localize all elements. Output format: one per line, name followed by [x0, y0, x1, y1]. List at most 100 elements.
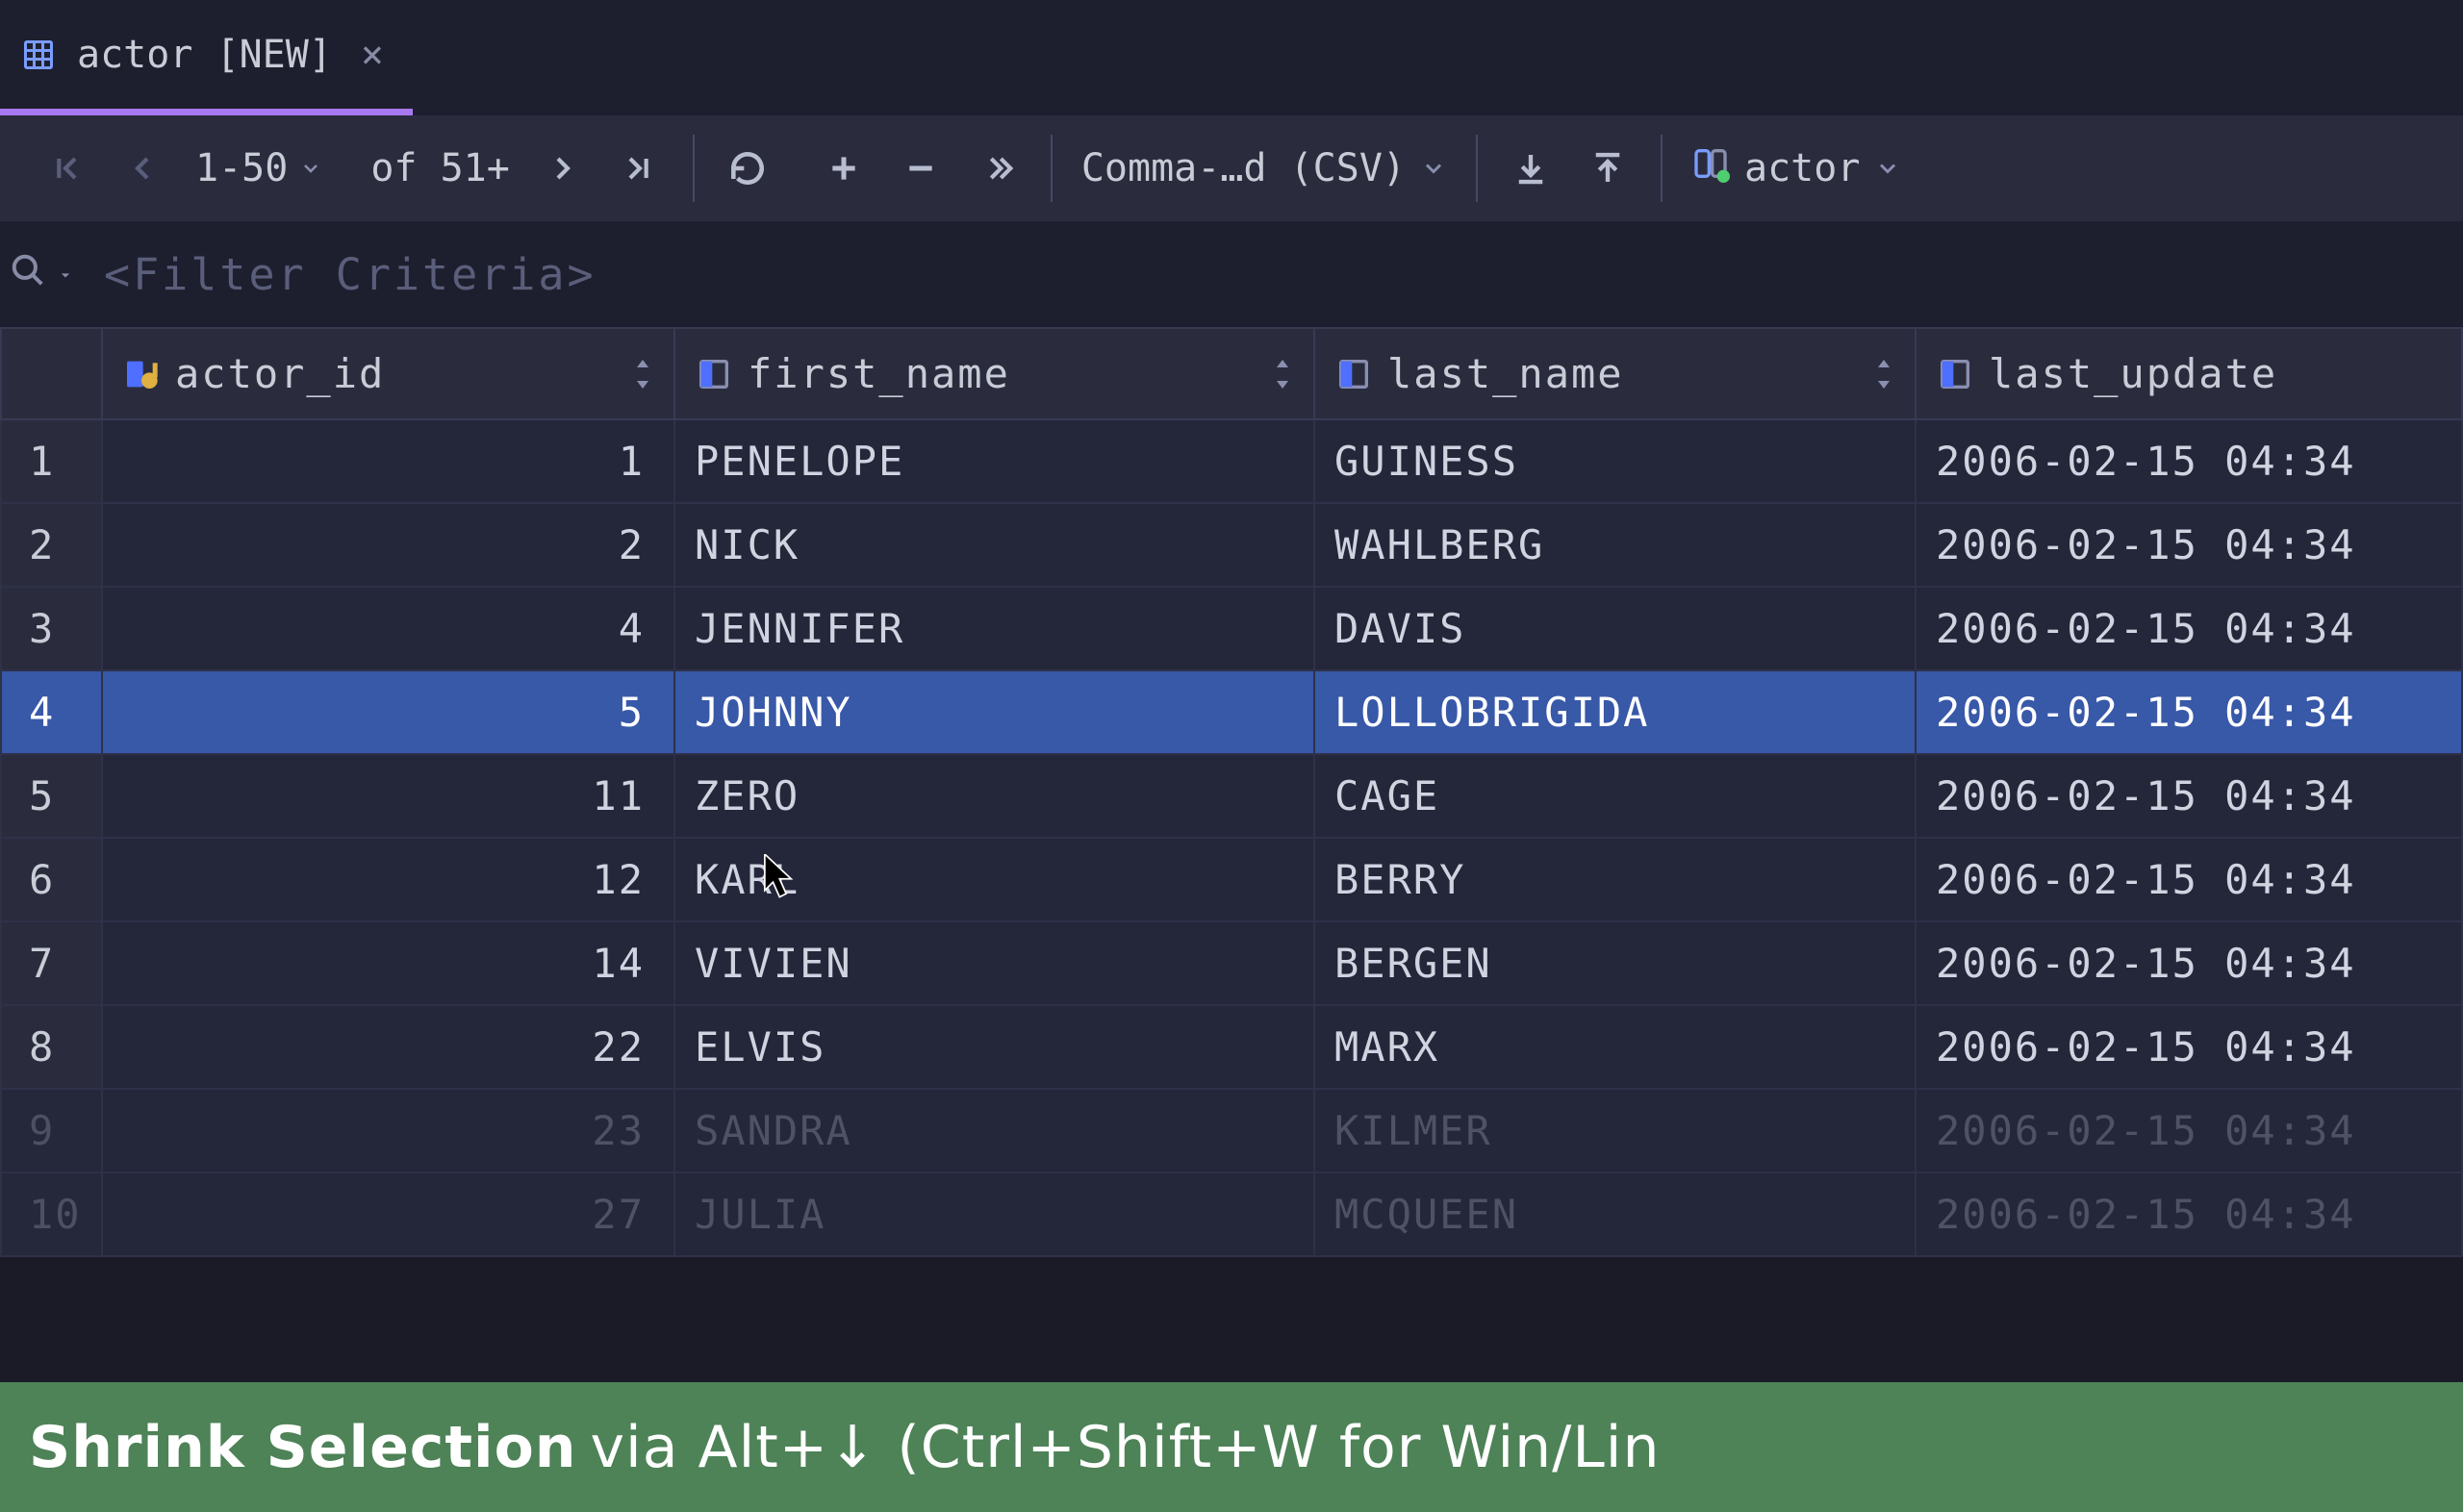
cell-last-update[interactable]: 2006-02-15 04:34: [1916, 838, 2462, 921]
cell-actor-id[interactable]: 1: [102, 419, 674, 503]
row-number-cell[interactable]: 8: [1, 1005, 102, 1089]
row-number-cell[interactable]: 3: [1, 587, 102, 670]
table-row[interactable]: 34JENNIFERDAVIS2006-02-15 04:34: [1, 587, 2462, 670]
table-dropdown[interactable]: actor: [1691, 144, 1901, 192]
toolbar-divider: [693, 135, 695, 202]
table-row[interactable]: 22NICKWAHLBERG2006-02-15 04:34: [1, 503, 2462, 587]
more-actions-button[interactable]: [974, 144, 1022, 192]
cell-last-name[interactable]: MARX: [1314, 1005, 1916, 1089]
last-page-button[interactable]: [616, 144, 664, 192]
table-row[interactable]: 11PENELOPEGUINESS2006-02-15 04:34: [1, 419, 2462, 503]
next-page-button[interactable]: [539, 144, 587, 192]
row-number-cell[interactable]: 7: [1, 921, 102, 1005]
cell-actor-id[interactable]: 12: [102, 838, 674, 921]
row-number-cell[interactable]: 10: [1, 1172, 102, 1256]
editor-tab[interactable]: actor [NEW] ×: [0, 0, 413, 115]
column-header-actor-id[interactable]: actor_id: [102, 328, 674, 419]
cell-first-name[interactable]: JOHNNY: [674, 670, 1314, 754]
add-row-button[interactable]: [820, 144, 868, 192]
cell-last-update[interactable]: 2006-02-15 04:34: [1916, 1089, 2462, 1172]
search-icon: [10, 252, 46, 297]
cell-actor-id[interactable]: 23: [102, 1089, 674, 1172]
cell-last-update[interactable]: 2006-02-15 04:34: [1916, 503, 2462, 587]
column-header-last-update[interactable]: last_update: [1916, 328, 2462, 419]
cell-last-name[interactable]: WAHLBERG: [1314, 503, 1916, 587]
table-row[interactable]: 511ZEROCAGE2006-02-15 04:34: [1, 754, 2462, 838]
pk-column-icon: [122, 355, 161, 393]
table-row[interactable]: 923SANDRAKILMER2006-02-15 04:34: [1, 1089, 2462, 1172]
column-label: first_name: [748, 350, 1010, 397]
table-row[interactable]: 822ELVISMARX2006-02-15 04:34: [1, 1005, 2462, 1089]
format-label: Comma-…d (CSV): [1081, 146, 1406, 190]
cell-first-name[interactable]: JENNIFER: [674, 587, 1314, 670]
upload-button[interactable]: [1584, 144, 1632, 192]
row-number-cell[interactable]: 6: [1, 838, 102, 921]
page-range-dropdown[interactable]: 1-50: [195, 146, 322, 190]
cell-last-name[interactable]: BERRY: [1314, 838, 1916, 921]
cell-last-update[interactable]: 2006-02-15 04:34: [1916, 1172, 2462, 1256]
column-header-last-name[interactable]: last_name: [1314, 328, 1916, 419]
cell-actor-id[interactable]: 27: [102, 1172, 674, 1256]
cell-first-name[interactable]: ZERO: [674, 754, 1314, 838]
table-row[interactable]: 45JOHNNYLOLLOBRIGIDA2006-02-15 04:34: [1, 670, 2462, 754]
cell-first-name[interactable]: VIVIEN: [674, 921, 1314, 1005]
cell-last-update[interactable]: 2006-02-15 04:34: [1916, 587, 2462, 670]
cell-last-name[interactable]: KILMER: [1314, 1089, 1916, 1172]
row-number-cell[interactable]: 5: [1, 754, 102, 838]
close-icon[interactable]: ×: [361, 33, 384, 77]
cell-last-update[interactable]: 2006-02-15 04:34: [1916, 921, 2462, 1005]
cell-actor-id[interactable]: 22: [102, 1005, 674, 1089]
sort-icon: [1271, 360, 1294, 389]
cell-last-update[interactable]: 2006-02-15 04:34: [1916, 1005, 2462, 1089]
cell-last-name[interactable]: GUINESS: [1314, 419, 1916, 503]
cell-actor-id[interactable]: 2: [102, 503, 674, 587]
cell-last-name[interactable]: MCQUEEN: [1314, 1172, 1916, 1256]
filter-chevron-icon: [56, 255, 75, 293]
cell-first-name[interactable]: KARL: [674, 838, 1314, 921]
toolbar: 1-50 of 51+ Comma-…d (CSV): [0, 115, 2463, 221]
banner-bold: Shrink Selection: [29, 1414, 577, 1481]
sort-icon: [631, 360, 654, 389]
cell-last-name[interactable]: DAVIS: [1314, 587, 1916, 670]
reload-button[interactable]: [724, 144, 772, 192]
cell-last-name[interactable]: LOLLOBRIGIDA: [1314, 670, 1916, 754]
export-format-dropdown[interactable]: Comma-…d (CSV): [1081, 146, 1447, 190]
cell-actor-id[interactable]: 11: [102, 754, 674, 838]
cell-actor-id[interactable]: 14: [102, 921, 674, 1005]
cell-actor-id[interactable]: 4: [102, 587, 674, 670]
toolbar-divider: [1661, 135, 1663, 202]
filter-placeholder: <Filter Criteria>: [104, 249, 597, 300]
cell-first-name[interactable]: NICK: [674, 503, 1314, 587]
cell-last-update[interactable]: 2006-02-15 04:34: [1916, 754, 2462, 838]
cell-first-name[interactable]: JULIA: [674, 1172, 1314, 1256]
cell-first-name[interactable]: PENELOPE: [674, 419, 1314, 503]
table-row[interactable]: 612KARLBERRY2006-02-15 04:34: [1, 838, 2462, 921]
download-button[interactable]: [1507, 144, 1555, 192]
column-header-first-name[interactable]: first_name: [674, 328, 1314, 419]
table-row[interactable]: 714VIVIENBERGEN2006-02-15 04:34: [1, 921, 2462, 1005]
cell-first-name[interactable]: ELVIS: [674, 1005, 1314, 1089]
remove-row-button[interactable]: [897, 144, 945, 192]
cell-last-name[interactable]: CAGE: [1314, 754, 1916, 838]
column-label: last_name: [1387, 350, 1624, 397]
total-count: of 51+: [370, 146, 510, 190]
cell-actor-id[interactable]: 5: [102, 670, 674, 754]
cell-last-update[interactable]: 2006-02-15 04:34: [1916, 419, 2462, 503]
row-number-cell[interactable]: 2: [1, 503, 102, 587]
banner-rest: via Alt+↓ (Ctrl+Shift+W for Win/Lin: [591, 1414, 1661, 1481]
row-number-cell[interactable]: 1: [1, 419, 102, 503]
filter-bar[interactable]: <Filter Criteria>: [0, 221, 2463, 327]
table-row[interactable]: 1027JULIAMCQUEEN2006-02-15 04:34: [1, 1172, 2462, 1256]
cell-last-name[interactable]: BERGEN: [1314, 921, 1916, 1005]
data-table: actor_id first_name: [0, 327, 2463, 1257]
first-page-button[interactable]: [41, 144, 89, 192]
chevron-down-icon: [1420, 155, 1447, 182]
row-number-cell[interactable]: 9: [1, 1089, 102, 1172]
row-number-header[interactable]: [1, 328, 102, 419]
column-icon: [695, 355, 733, 393]
tip-banner: Shrink Selection via Alt+↓ (Ctrl+Shift+W…: [0, 1382, 2463, 1512]
prev-page-button[interactable]: [118, 144, 166, 192]
cell-first-name[interactable]: SANDRA: [674, 1089, 1314, 1172]
row-number-cell[interactable]: 4: [1, 670, 102, 754]
cell-last-update[interactable]: 2006-02-15 04:34: [1916, 670, 2462, 754]
